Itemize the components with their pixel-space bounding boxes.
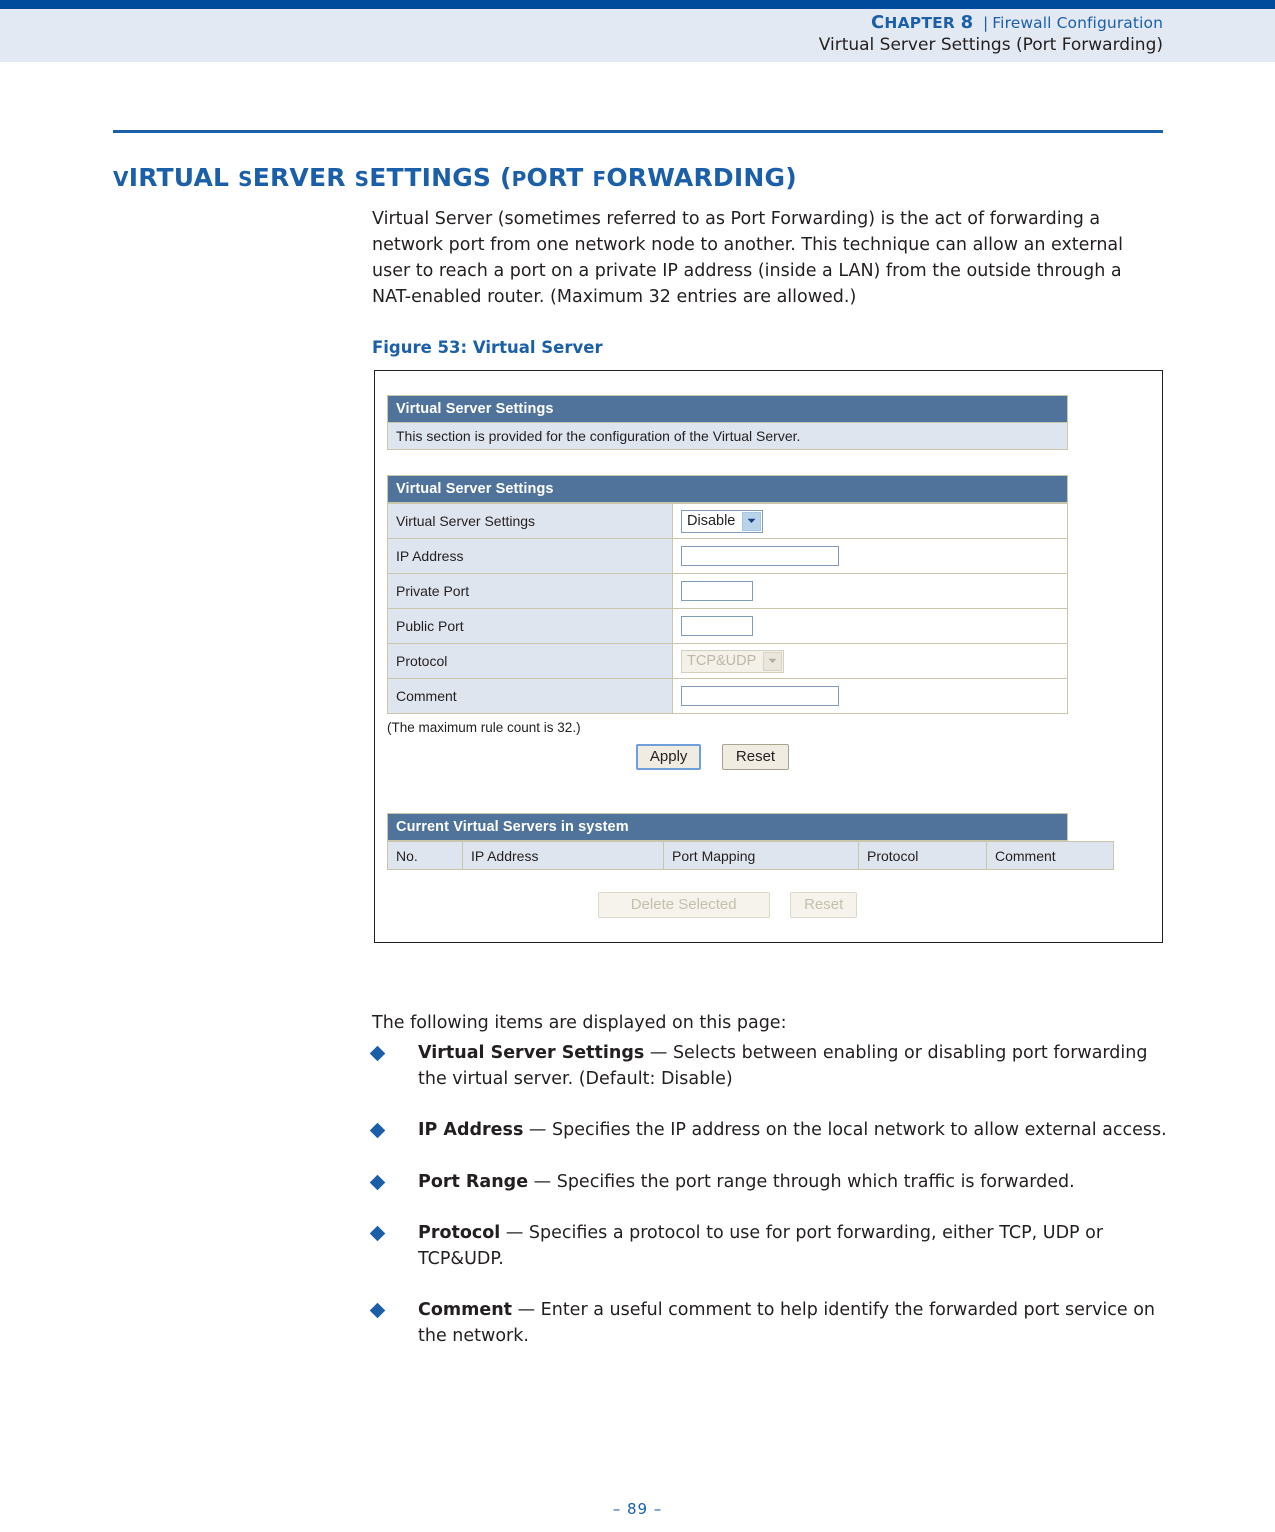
list-item-dash: —	[644, 1043, 673, 1063]
list-reset-button[interactable]: Reset	[790, 892, 858, 918]
form-row: Virtual Server Settings Disable	[387, 503, 1068, 539]
table-header-row: No. IP Address Port Mapping Protocol Com…	[387, 841, 1114, 870]
row-control-comment	[672, 678, 1068, 714]
form-row: Public Port	[387, 608, 1068, 644]
panel-title-bar: Virtual Server Settings	[387, 395, 1068, 423]
form-row: Comment	[387, 678, 1068, 714]
diamond-bullet-icon	[369, 1225, 386, 1242]
virtual-server-form: Virtual Server Settings Disable IP Addre…	[387, 503, 1068, 714]
private-port-input[interactable]	[681, 581, 753, 601]
public-port-input[interactable]	[681, 616, 753, 636]
form-row: Private Port	[387, 573, 1068, 609]
comment-input[interactable]	[681, 686, 839, 706]
list-button-row: Delete Selected Reset	[387, 892, 1068, 918]
column-header-ip-address: IP Address	[462, 841, 664, 870]
current-servers-title-bar: Current Virtual Servers in system	[387, 813, 1068, 841]
list-item-term: IP Address	[418, 1120, 524, 1141]
panel-spacer	[387, 450, 1068, 475]
header-chapter-title: Firewall Configuration	[992, 14, 1163, 32]
ip-address-input[interactable]	[681, 546, 839, 566]
header-chapter-line: CHAPTER 8 | Firewall Configuration	[871, 12, 1163, 33]
delete-selected-button[interactable]: Delete Selected	[597, 892, 770, 918]
row-label-ip-address: IP Address	[387, 538, 673, 574]
router-ui-screenshot: Virtual Server Settings This section is …	[387, 395, 1114, 918]
list-item-desc: Specifies the port range through which t…	[556, 1171, 1075, 1192]
diamond-bullet-icon	[369, 1174, 386, 1190]
reset-button[interactable]: Reset	[721, 744, 790, 770]
section-intro: Virtual Server (sometimes referred to as…	[372, 208, 1123, 308]
list-item-desc: Specifies the IP address on the local ne…	[552, 1120, 1167, 1141]
list-item-term: Comment	[418, 1300, 513, 1321]
column-header-comment: Comment	[986, 841, 1114, 870]
page-title: VIRTUAL SERVER SETTINGS (PORT FORWARDING…	[113, 162, 797, 192]
list-item-dash: —	[512, 1300, 541, 1321]
list-item: Protocol — Specifies a protocol to use f…	[369, 1220, 1172, 1272]
header-section-title: Virtual Server Settings (Port Forwarding…	[818, 35, 1163, 55]
panel-description: This section is provided for the configu…	[387, 423, 1068, 450]
column-header-port-mapping: Port Mapping	[663, 841, 859, 870]
list-item: Port Range — Specifies the port range th…	[369, 1169, 1172, 1195]
diamond-bullet-icon	[369, 1123, 386, 1139]
row-label-comment: Comment	[387, 678, 673, 714]
row-label-public-port: Public Port	[387, 608, 673, 644]
virtual-server-settings-select[interactable]: Disable	[681, 509, 764, 533]
row-label-protocol: Protocol	[387, 643, 673, 679]
list-item-term: Protocol	[418, 1222, 501, 1243]
header-chapter-label: CHAPTER 8	[870, 12, 974, 33]
list-item: Comment — Enter a useful comment to help…	[369, 1297, 1172, 1349]
list-item-term: Port Range	[418, 1171, 529, 1192]
lead-paragraph: The following items are displayed on thi…	[372, 1012, 787, 1033]
diamond-bullet-icon	[369, 1302, 386, 1319]
list-item: IP Address — Specifies the IP address on…	[369, 1117, 1172, 1143]
row-control-virtual-server-settings: Disable	[672, 503, 1068, 539]
chevron-down-icon	[742, 511, 762, 531]
list-item: Virtual Server Settings — Selects betwee…	[369, 1040, 1172, 1092]
diamond-bullet-icon	[369, 1045, 386, 1062]
row-control-ip-address	[672, 538, 1068, 574]
row-control-protocol: TCP&UDP	[672, 643, 1068, 679]
chevron-down-icon	[763, 651, 783, 671]
page-footer: – 89 –	[612, 1500, 663, 1518]
protocol-select[interactable]: TCP&UDP	[681, 649, 785, 673]
row-label-private-port: Private Port	[387, 573, 673, 609]
row-control-public-port	[672, 608, 1068, 644]
section-rule	[113, 130, 1163, 133]
virtual-server-settings-value: Disable	[687, 513, 736, 529]
form-button-row: Apply Reset	[387, 744, 1068, 770]
apply-button[interactable]: Apply	[635, 744, 702, 770]
form-title-bar: Virtual Server Settings	[387, 475, 1068, 503]
protocol-value: TCP&UDP	[687, 653, 757, 669]
current-virtual-servers-table: No. IP Address Port Mapping Protocol Com…	[387, 841, 1114, 870]
running-header: CHAPTER 8 | Firewall Configuration Virtua…	[0, 0, 1275, 62]
form-row: IP Address	[387, 538, 1068, 574]
parameter-list: Virtual Server Settings — Selects betwee…	[369, 1040, 1172, 1375]
figure-caption: Figure 53: Virtual Server	[372, 338, 603, 357]
list-item-dash: —	[528, 1171, 557, 1192]
max-rule-note: (The maximum rule count is 32.)	[387, 720, 581, 735]
form-row: Protocol TCP&UDP	[387, 643, 1068, 679]
figure-frame: Virtual Server Settings This section is …	[374, 370, 1163, 943]
row-control-private-port	[672, 573, 1068, 609]
list-item-dash: —	[523, 1120, 552, 1141]
column-header-protocol: Protocol	[858, 841, 987, 870]
column-header-no: No.	[387, 841, 463, 870]
list-item-dash: —	[500, 1222, 529, 1243]
header-separator: |	[982, 14, 989, 32]
list-item-term: Virtual Server Settings	[418, 1043, 645, 1063]
row-label-virtual-server-settings: Virtual Server Settings	[387, 503, 673, 539]
